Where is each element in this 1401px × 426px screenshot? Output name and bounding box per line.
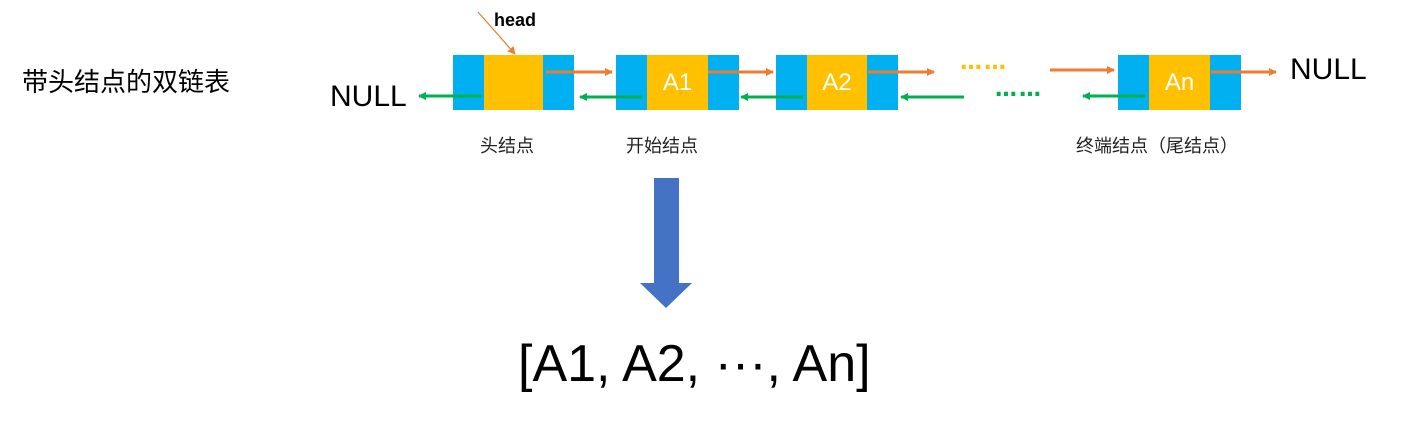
head-pointer-arrow [477,11,516,55]
result-list: [A1, A2, ···, An] [518,335,871,393]
down-arrow [640,178,692,308]
